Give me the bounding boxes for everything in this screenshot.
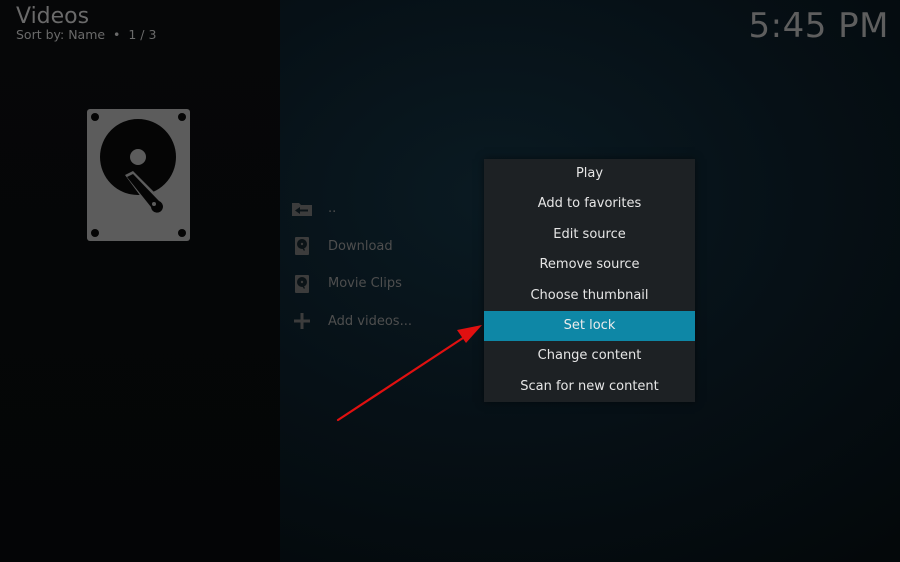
hard-drive-icon	[290, 234, 314, 258]
list-item-parent[interactable]: ..	[290, 190, 470, 228]
hard-drive-icon	[87, 109, 190, 241]
context-menu: Play Add to favorites Edit source Remove…	[484, 159, 695, 403]
hard-drive-icon	[290, 272, 314, 296]
clock: 5:45 PM	[748, 6, 889, 46]
list-item-label: ..	[328, 201, 337, 217]
arrow-shaft	[336, 334, 468, 422]
menu-item-scan-for-new-content[interactable]: Scan for new content	[484, 372, 695, 402]
menu-item-change-content[interactable]: Change content	[484, 341, 695, 371]
list-item-label: Movie Clips	[328, 276, 402, 292]
menu-item-set-lock[interactable]: Set lock	[484, 310, 695, 342]
sort-info[interactable]: Sort by: Name • 1 / 3	[16, 27, 156, 43]
folder-back-icon	[290, 197, 314, 221]
source-list: .. Download Movie Clips Add videos...	[290, 190, 470, 340]
menu-item-add-to-favorites[interactable]: Add to favorites	[484, 189, 695, 219]
list-item-movie-clips[interactable]: Movie Clips	[290, 265, 470, 303]
list-item-label: Download	[328, 238, 393, 254]
menu-item-choose-thumbnail[interactable]: Choose thumbnail	[484, 281, 695, 311]
kodi-screen: Videos Sort by: Name • 1 / 3 5:45 PM ..	[0, 0, 900, 562]
left-panel	[0, 0, 280, 562]
menu-item-edit-source[interactable]: Edit source	[484, 220, 695, 250]
list-item-add-videos[interactable]: Add videos...	[290, 303, 470, 341]
list-item-label: Add videos...	[328, 313, 412, 329]
menu-item-play[interactable]: Play	[484, 159, 695, 189]
list-item-download[interactable]: Download	[290, 228, 470, 266]
plus-icon	[290, 309, 314, 333]
menu-item-remove-source[interactable]: Remove source	[484, 250, 695, 280]
